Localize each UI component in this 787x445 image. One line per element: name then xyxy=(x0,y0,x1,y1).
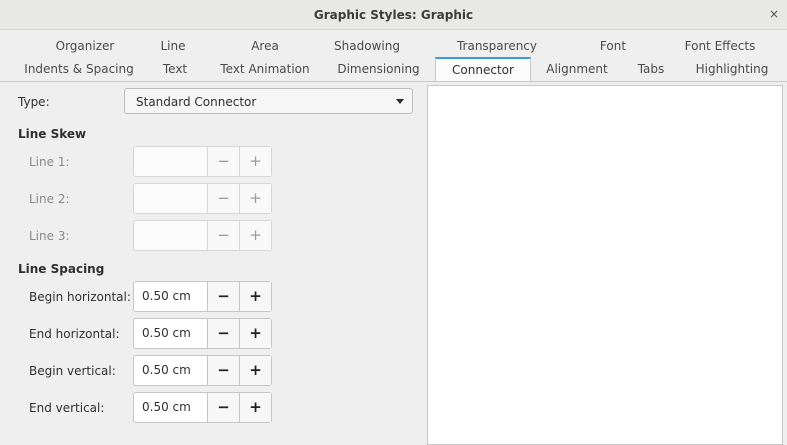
tab-transparency[interactable]: Transparency xyxy=(447,35,547,57)
line-2-increment-button[interactable]: + xyxy=(239,184,271,213)
line-3-increment-button[interactable]: + xyxy=(239,221,271,250)
begin-horizontal-field[interactable]: 0.50 cm xyxy=(134,282,207,311)
line-2-spinner[interactable]: − + xyxy=(133,183,272,214)
tab-row-2: Indents & Spacing Text Text Animation Di… xyxy=(0,57,787,81)
line-3-field[interactable] xyxy=(134,221,207,250)
tab-area[interactable]: Area xyxy=(220,35,310,57)
tab-text-animation[interactable]: Text Animation xyxy=(210,58,320,80)
close-icon[interactable]: × xyxy=(769,7,779,21)
line-skew-heading: Line Skew xyxy=(18,127,87,141)
end-horizontal-spinner[interactable]: 0.50 cm − + xyxy=(133,318,272,349)
line-2-decrement-button[interactable]: − xyxy=(207,184,239,213)
tab-dimensioning[interactable]: Dimensioning xyxy=(326,58,431,80)
begin-horizontal-spinner[interactable]: 0.50 cm − + xyxy=(133,281,272,312)
begin-horizontal-label: Begin horizontal: xyxy=(29,290,131,304)
connector-preview xyxy=(427,85,783,445)
line-1-increment-button[interactable]: + xyxy=(239,147,271,176)
title-bar: Graphic Styles: Graphic × xyxy=(0,0,787,30)
begin-horizontal-increment-button[interactable]: + xyxy=(239,282,271,311)
begin-vertical-decrement-button[interactable]: − xyxy=(207,356,239,385)
tab-connector[interactable]: Connector xyxy=(435,57,531,81)
end-horizontal-decrement-button[interactable]: − xyxy=(207,319,239,348)
line-1-spinner[interactable]: − + xyxy=(133,146,272,177)
begin-vertical-increment-button[interactable]: + xyxy=(239,356,271,385)
line-1-field[interactable] xyxy=(134,147,207,176)
line-1-decrement-button[interactable]: − xyxy=(207,147,239,176)
end-vertical-spinner[interactable]: 0.50 cm − + xyxy=(133,392,272,423)
tab-font[interactable]: Font xyxy=(578,35,648,57)
tab-highlighting[interactable]: Highlighting xyxy=(684,58,780,80)
begin-horizontal-decrement-button[interactable]: − xyxy=(207,282,239,311)
tab-line[interactable]: Line xyxy=(143,35,203,57)
tab-divider xyxy=(0,81,787,82)
end-horizontal-field[interactable]: 0.50 cm xyxy=(134,319,207,348)
window-title: Graphic Styles: Graphic xyxy=(313,8,474,22)
chevron-down-icon xyxy=(396,99,404,104)
type-dropdown[interactable]: Standard Connector xyxy=(124,88,413,114)
begin-vertical-spinner[interactable]: 0.50 cm − + xyxy=(133,355,272,386)
end-vertical-field[interactable]: 0.50 cm xyxy=(134,393,207,422)
begin-vertical-field[interactable]: 0.50 cm xyxy=(134,356,207,385)
tab-row-1: Organizer Line Area Shadowing Transparen… xyxy=(0,35,787,57)
end-horizontal-increment-button[interactable]: + xyxy=(239,319,271,348)
tab-alignment[interactable]: Alignment xyxy=(538,58,616,80)
end-vertical-label: End vertical: xyxy=(29,401,105,415)
end-vertical-decrement-button[interactable]: − xyxy=(207,393,239,422)
line-2-field[interactable] xyxy=(134,184,207,213)
type-label: Type: xyxy=(18,95,50,109)
tab-tabs[interactable]: Tabs xyxy=(626,58,676,80)
end-horizontal-label: End horizontal: xyxy=(29,327,120,341)
end-vertical-increment-button[interactable]: + xyxy=(239,393,271,422)
tab-text[interactable]: Text xyxy=(150,58,200,80)
tab-shadowing[interactable]: Shadowing xyxy=(322,35,412,57)
tab-organizer[interactable]: Organizer xyxy=(29,35,141,57)
line-3-label: Line 3: xyxy=(29,229,70,243)
line-spacing-heading: Line Spacing xyxy=(18,262,105,276)
line-2-label: Line 2: xyxy=(29,192,70,206)
type-dropdown-value: Standard Connector xyxy=(136,95,257,109)
line-1-label: Line 1: xyxy=(29,155,70,169)
tab-font-effects[interactable]: Font Effects xyxy=(665,35,775,57)
line-3-decrement-button[interactable]: − xyxy=(207,221,239,250)
line-3-spinner[interactable]: − + xyxy=(133,220,272,251)
begin-vertical-label: Begin vertical: xyxy=(29,364,116,378)
tab-indents-spacing[interactable]: Indents & Spacing xyxy=(14,58,144,80)
